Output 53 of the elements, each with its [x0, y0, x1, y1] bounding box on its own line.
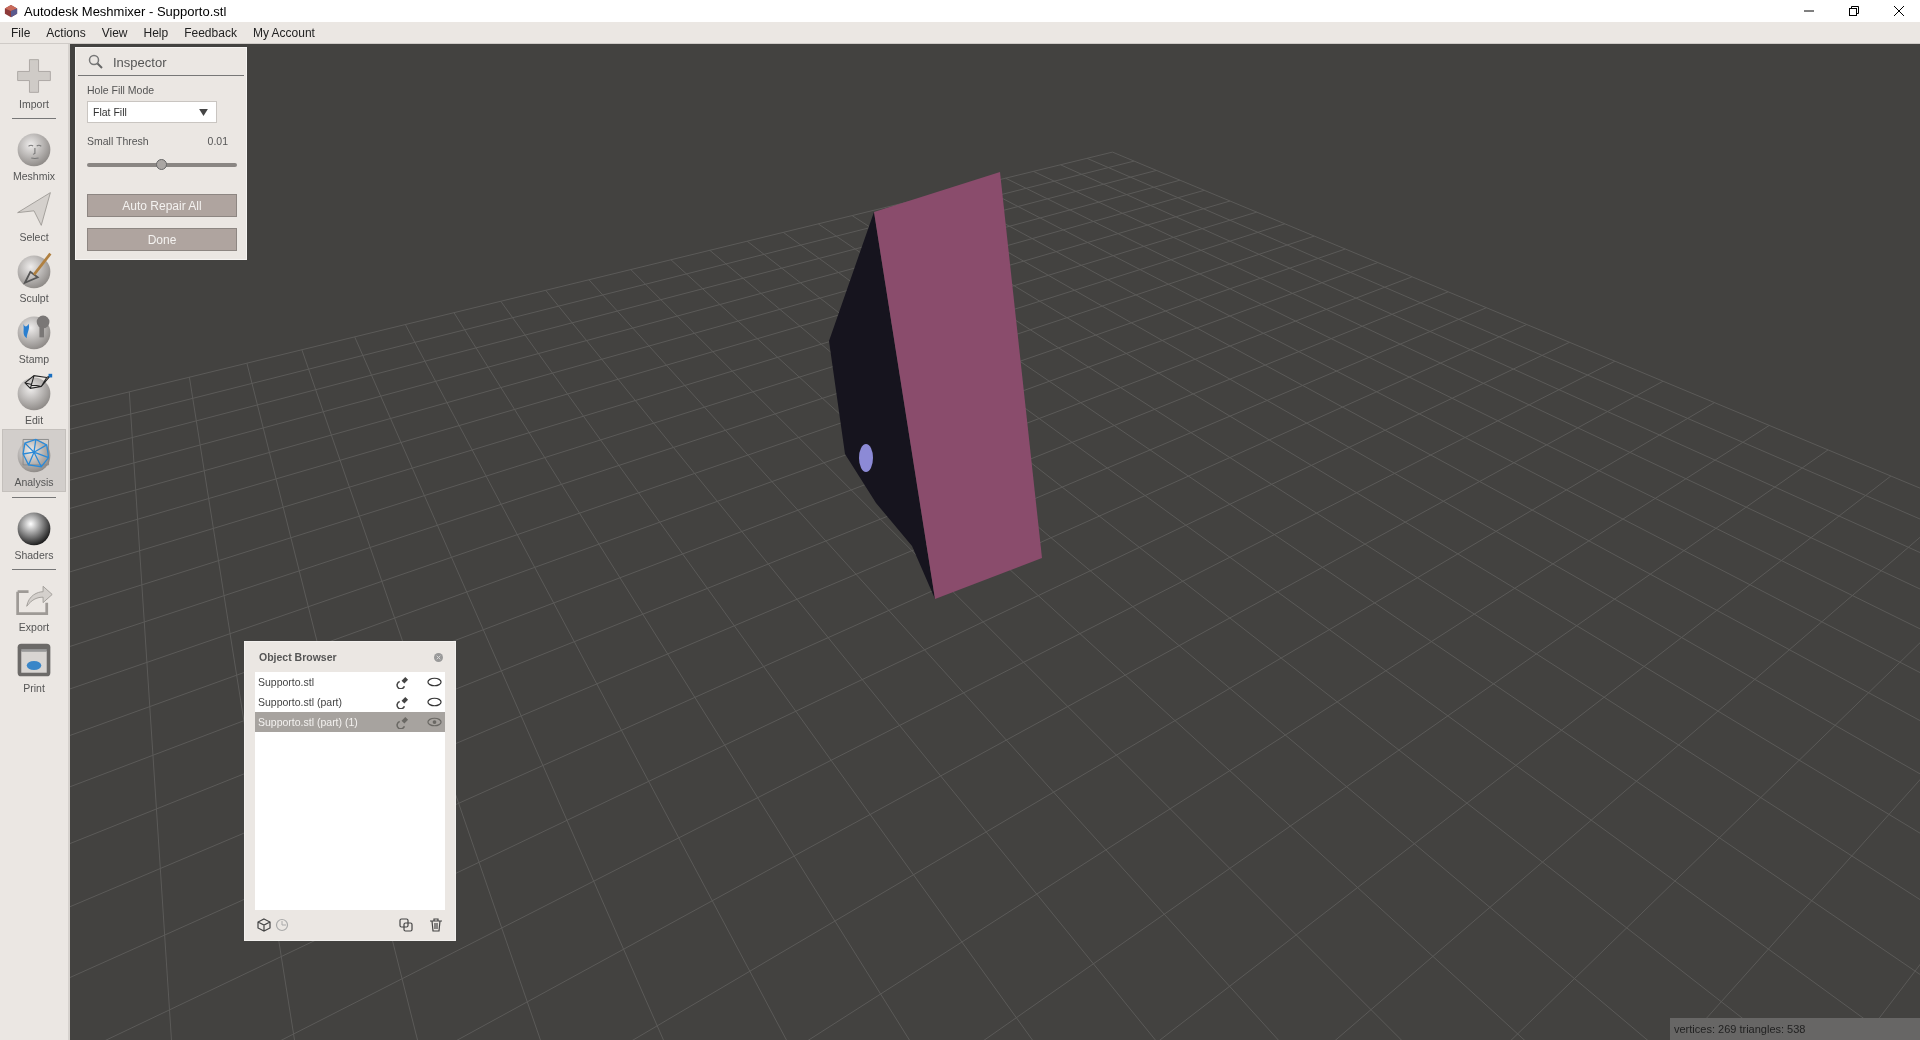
tool-label: Sculpt	[19, 292, 49, 304]
tool-label: Shaders	[14, 549, 54, 561]
search-icon	[88, 54, 104, 70]
slider-value: 0.01	[207, 135, 228, 147]
tool-button[interactable]: Import	[2, 52, 66, 113]
menu-item[interactable]: File	[3, 25, 39, 40]
tool-button[interactable]: Export	[2, 575, 66, 636]
tool-button[interactable]: Edit	[2, 368, 66, 429]
tool-button[interactable]: Shaders	[2, 503, 66, 564]
caret-icon	[199, 108, 208, 116]
trash-icon[interactable]	[429, 918, 443, 932]
tool-label: Import	[19, 98, 49, 110]
tool-label: Analysis	[14, 476, 54, 488]
restore-icon[interactable]	[1848, 5, 1860, 17]
tool-label: Print	[23, 682, 45, 694]
slider-thumb[interactable]	[156, 159, 167, 170]
mesh-stats: vertices: 269 triangles: 538	[1674, 1023, 1806, 1035]
tool-button[interactable]: Select	[2, 185, 66, 246]
arrow-icon	[14, 189, 54, 229]
menu-item[interactable]: View	[93, 25, 136, 40]
eye-icon[interactable]	[427, 677, 442, 687]
tool-label: Stamp	[18, 353, 50, 365]
tool-button[interactable]: Stamp	[2, 307, 66, 368]
panel-title: Object Browser	[259, 651, 337, 663]
tool-button[interactable]: Analysis	[2, 429, 66, 492]
magnet-icon[interactable]	[396, 695, 409, 709]
tool-label: Select	[19, 231, 49, 243]
panel-title: Inspector	[113, 54, 167, 70]
object-row[interactable]: Supporto.stl	[255, 672, 445, 692]
tool-button[interactable]: Meshmix	[2, 124, 66, 185]
magnet-icon[interactable]	[396, 675, 409, 689]
3d-viewport[interactable]: Inspector Hole Fill Mode Flat Fill Small Thresh 0.01 Auto Repair All Done Object Browser Supporto.stl Supporto.stl (part) Supporto.stl (part) (1) vertices: 269 triangles: 538	[70, 44, 1920, 1040]
menu-item[interactable]: Help	[135, 25, 177, 40]
close-icon[interactable]	[1893, 5, 1905, 17]
app-logo-icon	[4, 4, 18, 18]
plus-icon	[14, 56, 54, 96]
hole-fill-dropdown[interactable]: Flat Fill	[87, 101, 217, 123]
duplicate-icon[interactable]	[399, 918, 413, 932]
menu-item[interactable]: My Account	[244, 25, 323, 40]
menu-item[interactable]: Feedback	[176, 25, 245, 40]
tool-label: Meshmix	[13, 170, 55, 182]
tool-label: Export	[18, 621, 50, 633]
window-title: Autodesk Meshmixer - Supporto.stl	[24, 3, 227, 19]
menu-item[interactable]: Actions	[38, 25, 94, 40]
cube-icon[interactable]	[257, 918, 271, 932]
slider-label: Small Thresh	[87, 135, 149, 147]
tool-button[interactable]: Sculpt	[2, 246, 66, 307]
tool-button[interactable]: Print	[2, 636, 66, 697]
field-label: Hole Fill Mode	[86, 84, 156, 96]
tool-label: Edit	[24, 414, 44, 426]
mesh-model-drawing[interactable]	[829, 172, 1042, 599]
eye-icon[interactable]	[427, 697, 442, 707]
object-row[interactable]: Supporto.stl (part)	[255, 692, 445, 712]
